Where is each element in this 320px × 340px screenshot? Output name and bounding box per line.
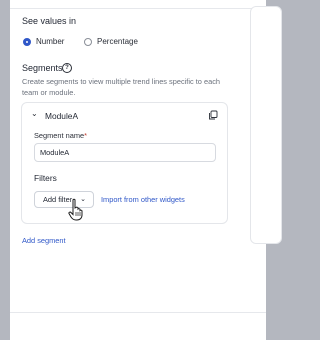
segment-name-label-text: Segment name <box>34 131 85 140</box>
segments-description-line: Create segments to view multiple trend l… <box>22 77 220 86</box>
panel-top-edge <box>10 0 266 9</box>
radio-number[interactable] <box>23 38 31 46</box>
required-mark: * <box>84 131 88 140</box>
import-from-widgets-link[interactable]: Import from other widgets <box>101 195 185 204</box>
add-segment-link[interactable]: Add segment <box>22 236 66 245</box>
hand-pointer-icon <box>68 198 83 221</box>
segments-description-line: team or module. <box>22 88 76 97</box>
filters-title: Filters <box>34 173 57 183</box>
segments-description: Create segments to view multiple trend l… <box>22 76 232 98</box>
question-circle-icon[interactable]: ? <box>62 63 72 73</box>
radio-percentage[interactable] <box>84 38 92 46</box>
segment-title[interactable]: ModuleA <box>45 111 78 121</box>
preview-card-edge <box>250 6 282 244</box>
see-values-title: See values in <box>22 16 77 26</box>
footer-divider <box>10 312 266 313</box>
radio-percentage-label[interactable]: Percentage <box>97 37 138 46</box>
radio-number-label[interactable]: Number <box>36 37 64 46</box>
copy-icon[interactable] <box>208 110 218 120</box>
segment-name-label: Segment name* <box>34 131 87 140</box>
segment-name-input[interactable] <box>34 143 216 162</box>
chevron-down-icon[interactable]: ⌄ <box>31 109 38 118</box>
segments-title: Segments <box>22 63 63 73</box>
